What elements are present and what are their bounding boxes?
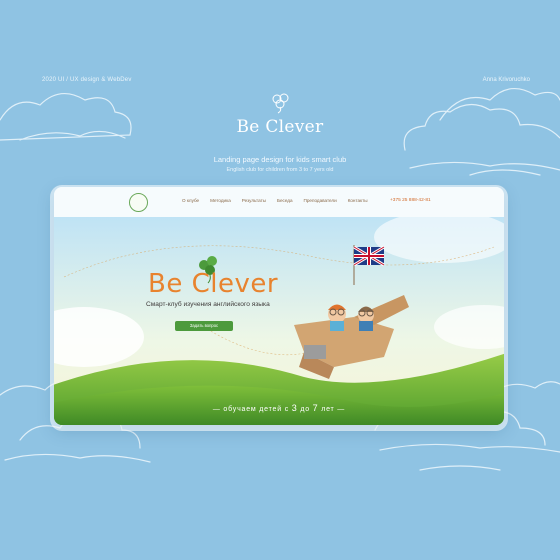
age-prefix: — обучаем детей с [212,406,289,413]
nav-item-teachers[interactable]: Преподаватели [304,198,337,203]
age-suffix: лет — [321,406,346,413]
ask-question-button[interactable]: Задать вопрос [175,321,233,331]
age-mid: до [300,406,310,413]
nav-phone[interactable]: +375 25 888-42-81 [390,198,431,203]
nav-item-contacts[interactable]: Контакты [348,198,368,203]
hero-subtitle: Смарт-клуб изучения английского языка [146,301,270,308]
project-description: English club for children from 3 to 7 ye… [226,167,334,173]
hero-title: Be Clever [148,269,279,299]
author-name: Anna Krivoruchko [482,77,530,83]
hero-illustration [54,217,504,425]
nav-item-about[interactable]: О клубе [182,198,199,203]
landing-mockup: О клубе Методика Результаты Беседа Препо… [54,187,504,425]
age-range-banner: — обучаем детей с 3 до 7 лет — [54,403,504,413]
nav-item-results[interactable]: Результаты [242,198,266,203]
clover-logo-icon [272,93,289,114]
brand-title: Be Clever [236,117,324,137]
nav-menu: О клубе Методика Результаты Беседа Препо… [182,198,379,203]
mockup-logo-icon[interactable] [129,193,148,212]
age-from: 3 [291,403,298,413]
project-subtitle: Landing page design for kids smart club [213,155,347,164]
mockup-navbar: О клубе Методика Результаты Беседа Препо… [54,187,504,217]
nav-item-method[interactable]: Методика [210,198,231,203]
year-tag: 2020 UI / UX design & WebDev [42,77,132,83]
hero-section: Be Clever Смарт-клуб изучения английског… [54,217,504,425]
age-to: 7 [312,403,319,413]
nav-item-talk[interactable]: Беседа [277,198,293,203]
